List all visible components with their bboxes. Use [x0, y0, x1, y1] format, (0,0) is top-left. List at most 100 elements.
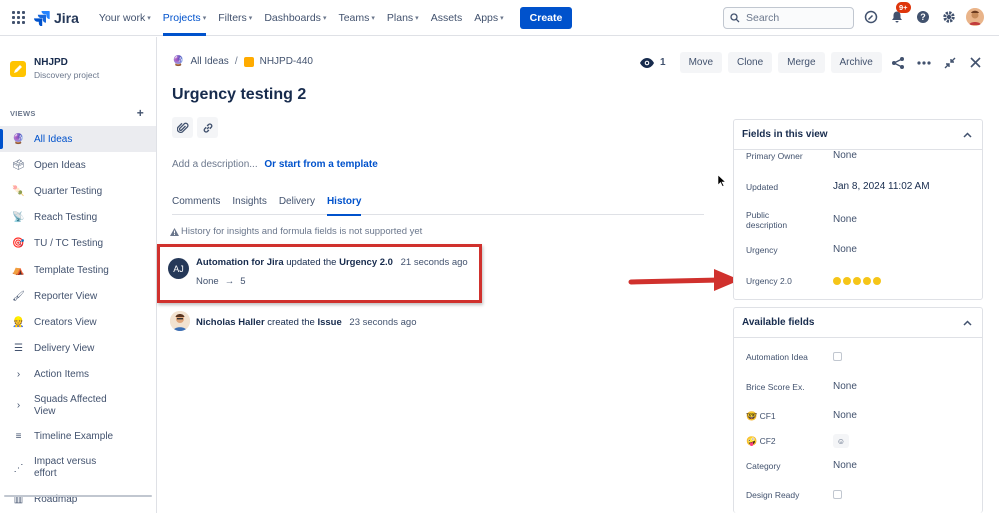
sidebar-item-creators-view[interactable]: 👷 Creators View	[0, 309, 156, 335]
breadcrumb: 🔮 All Ideas / NHJPD-440	[172, 56, 313, 67]
rating-dot	[843, 277, 851, 285]
chevron-down-icon: ▾	[322, 14, 327, 22]
issue-type-icon	[243, 56, 254, 67]
history-actor[interactable]: Nicholas Haller	[196, 317, 265, 328]
automation-idea-checkbox[interactable]	[833, 352, 842, 361]
sidebar-item-reporter-view[interactable]: 🖌 Reporter View	[0, 283, 156, 309]
merge-button[interactable]: Merge	[778, 52, 825, 73]
nav-dashboards[interactable]: Dashboards ▾	[264, 0, 326, 36]
notifications-icon[interactable]: 9+	[888, 2, 911, 26]
cf2-emoji-button[interactable]: ☺	[833, 434, 849, 448]
whats-new-icon[interactable]	[862, 8, 880, 26]
attachment-paperclip-icon[interactable]	[172, 117, 193, 138]
sidebar-item-label: Creators View	[34, 316, 97, 328]
watch-button[interactable]: 1	[640, 57, 666, 68]
sidebar-item-impact-versus-effort[interactable]: ⋰ Impact versus effort	[0, 450, 156, 486]
top-utility-icons: 9+ ?	[862, 2, 984, 26]
nav-assets[interactable]: Assets	[431, 0, 463, 36]
view-icon: 📡	[12, 212, 25, 224]
nav-your-work[interactable]: Your work ▾	[99, 0, 151, 36]
add-view-plus-icon[interactable]: +	[137, 106, 144, 120]
share-icon[interactable]	[888, 53, 908, 73]
sidebar-item-action-items[interactable]: › Action Items	[0, 362, 156, 388]
view-icon: ⛺	[12, 264, 25, 276]
close-icon[interactable]	[966, 53, 986, 73]
field-value[interactable]: None	[833, 214, 857, 225]
jira-logo[interactable]: Jira	[34, 10, 79, 26]
chevron-up-icon[interactable]	[963, 319, 972, 326]
tab-history[interactable]: History	[326, 196, 362, 216]
field-value[interactable]: None	[833, 381, 857, 392]
tab-insights[interactable]: Insights	[232, 196, 266, 215]
chevron-up-icon[interactable]	[963, 131, 972, 138]
logo-text: Jira	[54, 9, 79, 26]
nav-teams[interactable]: Teams ▾	[338, 0, 374, 36]
design-ready-checkbox[interactable]	[833, 490, 842, 499]
sidebar-item-label: Reach Testing	[34, 212, 98, 224]
profile-avatar[interactable]	[966, 8, 984, 26]
sidebar-item-squads-affected-view[interactable]: › Squads Affected View	[0, 388, 156, 424]
sidebar-item-label: Reporter View	[34, 290, 98, 302]
description-area[interactable]: Add a description... Or start from a tem…	[172, 159, 378, 170]
history-object: Issue	[317, 317, 342, 328]
fields-panel-header[interactable]: Fields in this view	[734, 120, 982, 150]
create-button[interactable]: Create	[519, 6, 573, 29]
help-icon[interactable]: ?	[914, 8, 932, 26]
field-value[interactable]: None	[833, 460, 857, 471]
archive-button[interactable]: Archive	[830, 52, 882, 73]
sidebar-item-timeline-example[interactable]: ≡ Timeline Example	[0, 424, 156, 450]
field-label: Primary Owner	[746, 151, 803, 161]
field-label: Updated	[746, 182, 779, 192]
project-pencil-icon	[10, 60, 26, 77]
issue-title[interactable]: Urgency testing 2	[172, 86, 306, 104]
sidebar-item-roadmap[interactable]: ▥ Roadmap	[0, 486, 156, 512]
move-button[interactable]: Move	[679, 52, 723, 73]
sidebar-item-all-ideas[interactable]: 🔮 All Ideas	[0, 126, 156, 153]
field-label-text: CF1	[759, 411, 776, 421]
sidebar-item-quarter-testing[interactable]: 🍡 Quarter Testing	[0, 178, 156, 204]
sidebar-item-tu-tc-testing[interactable]: 🎯 TU / TC Testing	[0, 231, 156, 257]
nav-projects[interactable]: Projects ▾	[162, 0, 207, 36]
field-value[interactable]: None	[833, 150, 857, 161]
nav-apps[interactable]: Apps ▾	[474, 0, 503, 36]
view-icon: 🔮	[12, 133, 25, 145]
nerd-face-icon: 🤓	[746, 411, 758, 421]
start-from-template-link[interactable]: Or start from a template	[264, 159, 377, 170]
tab-comments[interactable]: Comments	[172, 196, 220, 215]
issue-action-buttons	[172, 117, 218, 138]
sidebar-item-delivery-view[interactable]: ☰ Delivery View	[0, 336, 156, 362]
warning-icon	[170, 227, 179, 236]
link-icon[interactable]	[197, 117, 218, 138]
nav-filters[interactable]: Filters ▾	[218, 0, 252, 36]
nav-label: Dashboards	[264, 11, 321, 24]
breadcrumb-issue-key[interactable]: NHJPD-440	[260, 56, 313, 67]
available-panel-header[interactable]: Available fields	[734, 308, 982, 338]
urgency-rating[interactable]	[833, 277, 881, 285]
tab-delivery[interactable]: Delivery	[279, 196, 315, 215]
all-ideas-crystal-ball-icon: 🔮	[172, 56, 185, 67]
svg-text:?: ?	[920, 12, 926, 22]
nav-plans[interactable]: Plans ▾	[387, 0, 419, 36]
eye-icon	[640, 57, 654, 68]
available-panel-title: Available fields	[742, 317, 815, 328]
nav-label: Projects	[162, 11, 201, 24]
notification-badge: 9+	[896, 2, 911, 13]
clone-button[interactable]: Clone	[728, 52, 773, 73]
settings-gear-icon[interactable]	[940, 8, 958, 26]
project-header[interactable]: NHJPD Discovery project	[10, 57, 99, 80]
search-placeholder: Search	[746, 12, 780, 24]
breadcrumb-parent[interactable]: All Ideas	[190, 56, 228, 67]
views-header: VIEWS +	[10, 106, 144, 120]
search-input[interactable]: Search	[723, 7, 854, 29]
app-switcher-icon[interactable]	[12, 10, 26, 25]
sidebar-scrollbar[interactable]	[4, 495, 152, 497]
sidebar-item-reach-testing[interactable]: 📡 Reach Testing	[0, 205, 156, 231]
sidebar-item-open-ideas[interactable]: 🗳 Open Ideas	[0, 152, 156, 178]
collapse-icon[interactable]	[940, 53, 960, 73]
nav-label: Teams	[338, 11, 370, 24]
sidebar-item-template-testing[interactable]: ⛺ Template Testing	[0, 257, 156, 283]
field-value[interactable]: None	[833, 244, 857, 255]
field-value[interactable]: None	[833, 410, 857, 421]
search-icon	[730, 13, 740, 23]
more-actions-icon[interactable]	[914, 53, 934, 73]
